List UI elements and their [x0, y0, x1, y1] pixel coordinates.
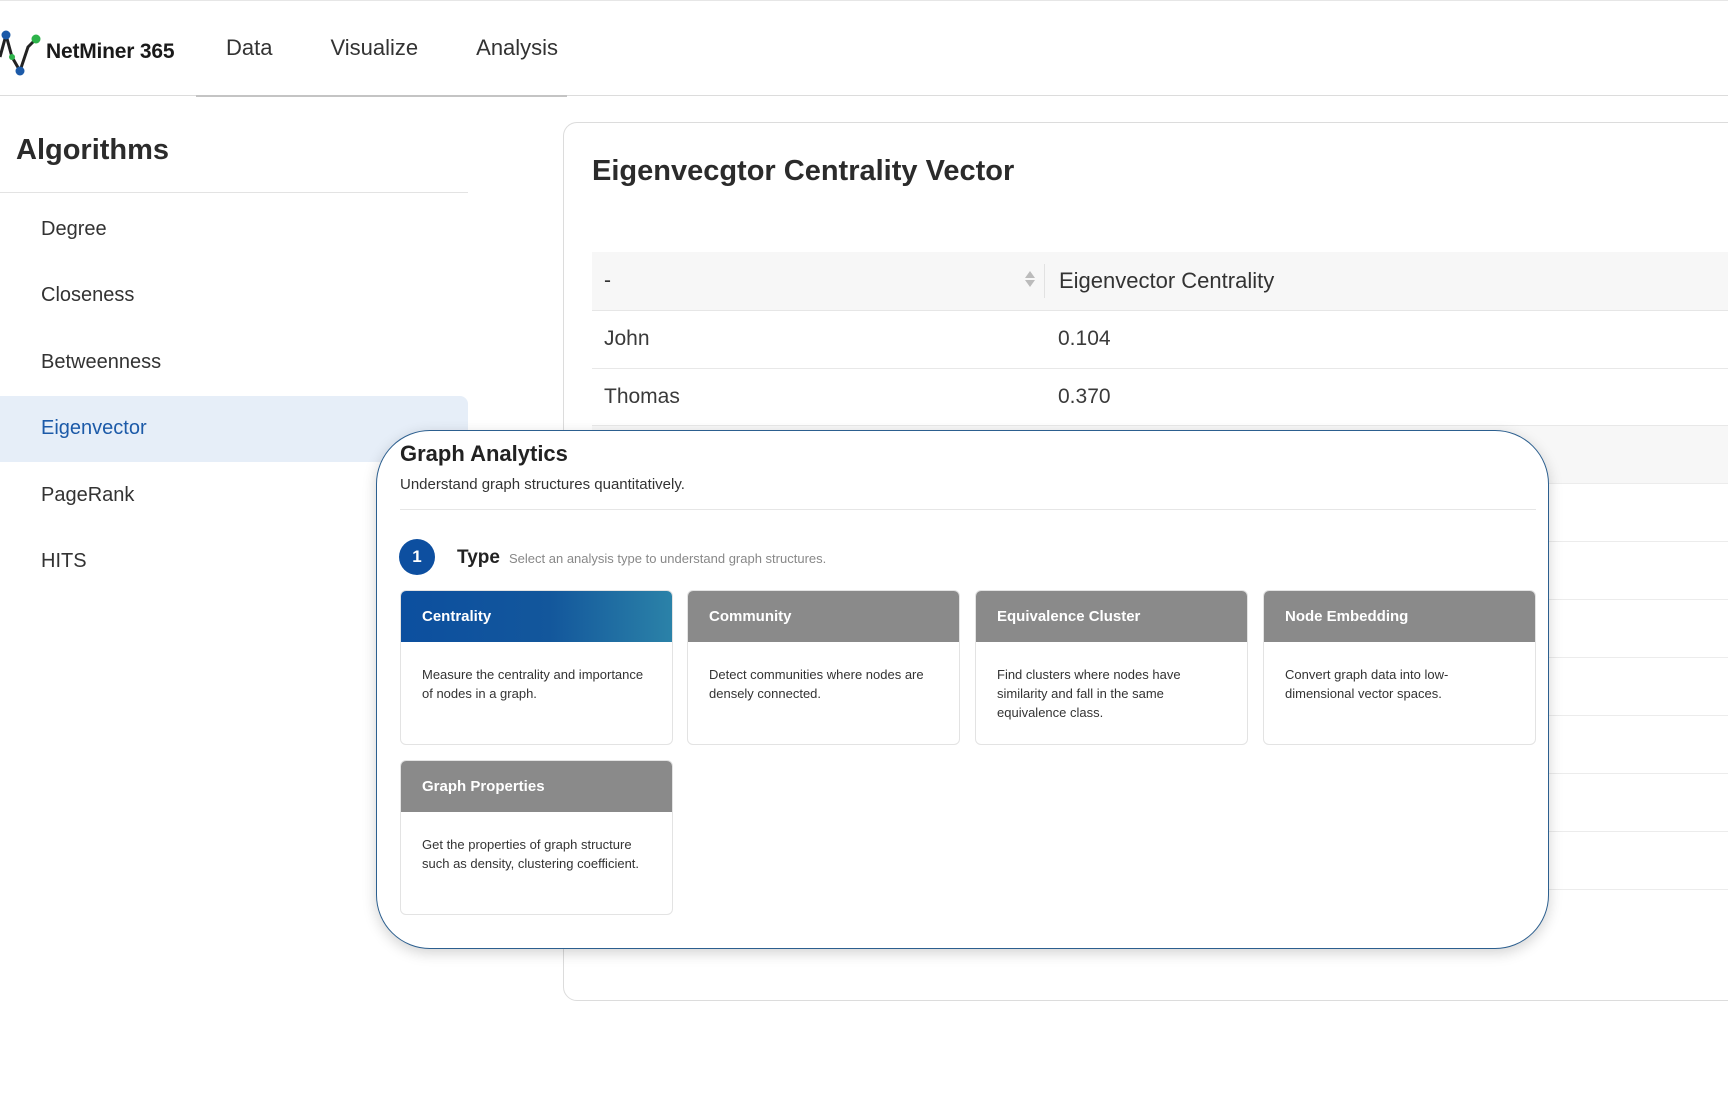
netminer-logo-icon [0, 30, 41, 76]
column-header-name-label: - [604, 269, 611, 292]
table-row[interactable]: Thomas 0.370 [592, 369, 1728, 426]
graph-analytics-subtitle: Understand graph structures quantitative… [400, 476, 685, 493]
card-description: Convert graph data into low-dimensional … [1285, 667, 1449, 701]
algorithm-item-closeness[interactable]: Closeness [0, 263, 468, 330]
algorithms-heading: Algorithms [16, 134, 170, 166]
card-title: Node Embedding [1264, 591, 1535, 642]
step-label: Type [457, 547, 500, 568]
algorithm-item-betweenness[interactable]: Betweenness [0, 329, 468, 396]
graph-analytics-panel: Graph Analytics Understand graph structu… [376, 430, 1549, 949]
nav-tab-visualize[interactable]: Visualize [330, 35, 418, 61]
analysis-type-card-node-embedding[interactable]: Node Embedding Convert graph data into l… [1263, 590, 1536, 745]
app-name: NetMiner 365 [46, 40, 175, 63]
algorithm-item-degree[interactable]: Degree [0, 196, 468, 263]
app-logo[interactable]: NetMiner 365 [0, 27, 175, 77]
card-title: Community [688, 591, 959, 642]
row-name: Thomas [604, 384, 680, 408]
card-title: Graph Properties [401, 761, 672, 812]
nav-tab-analysis[interactable]: Analysis [476, 35, 558, 61]
result-table: - Eigenvector Centrality John 0.104 Thom… [592, 252, 1728, 426]
card-description: Detect communities where nodes are dense… [709, 667, 924, 701]
analysis-type-card-graph-properties[interactable]: Graph Properties Get the properties of g… [400, 760, 673, 915]
graph-analytics-title: Graph Analytics [400, 441, 568, 466]
analysis-type-card-community[interactable]: Community Detect communities where nodes… [687, 590, 960, 745]
card-description: Find clusters where nodes have similarit… [997, 667, 1181, 720]
card-title: Centrality [401, 591, 672, 642]
page: NetMiner 365 Data Visualize Analysis Alg… [0, 0, 1728, 1117]
card-description: Get the properties of graph structure su… [422, 837, 640, 871]
card-description: Measure the centrality and importance of… [422, 667, 644, 701]
table-header: - Eigenvector Centrality [592, 252, 1728, 311]
top-navbar: NetMiner 365 Data Visualize Analysis [0, 0, 1728, 97]
sort-icon[interactable] [1024, 268, 1036, 290]
nav-tab-data[interactable]: Data [226, 35, 272, 61]
result-title: Eigenvecgtor Centrality Vector [592, 155, 1015, 187]
divider [0, 192, 468, 193]
row-value: 0.104 [1058, 327, 1111, 351]
card-title: Equivalence Cluster [976, 591, 1247, 642]
divider [400, 509, 1536, 510]
step-description: Select an analysis type to understand gr… [509, 551, 827, 566]
column-header-eigenvector[interactable]: Eigenvector Centrality [1044, 264, 1274, 298]
row-value: 0.370 [1058, 384, 1111, 408]
analysis-type-card-centrality[interactable]: Centrality Measure the centrality and im… [400, 590, 673, 745]
main-nav-tabs: Data Visualize Analysis [196, 1, 567, 97]
row-name: John [604, 327, 650, 351]
step-number-badge: 1 [399, 539, 435, 575]
column-header-name[interactable]: - [592, 269, 1044, 293]
analysis-type-card-equivalence-cluster[interactable]: Equivalence Cluster Find clusters where … [975, 590, 1248, 745]
table-row[interactable]: John 0.104 [592, 311, 1728, 369]
